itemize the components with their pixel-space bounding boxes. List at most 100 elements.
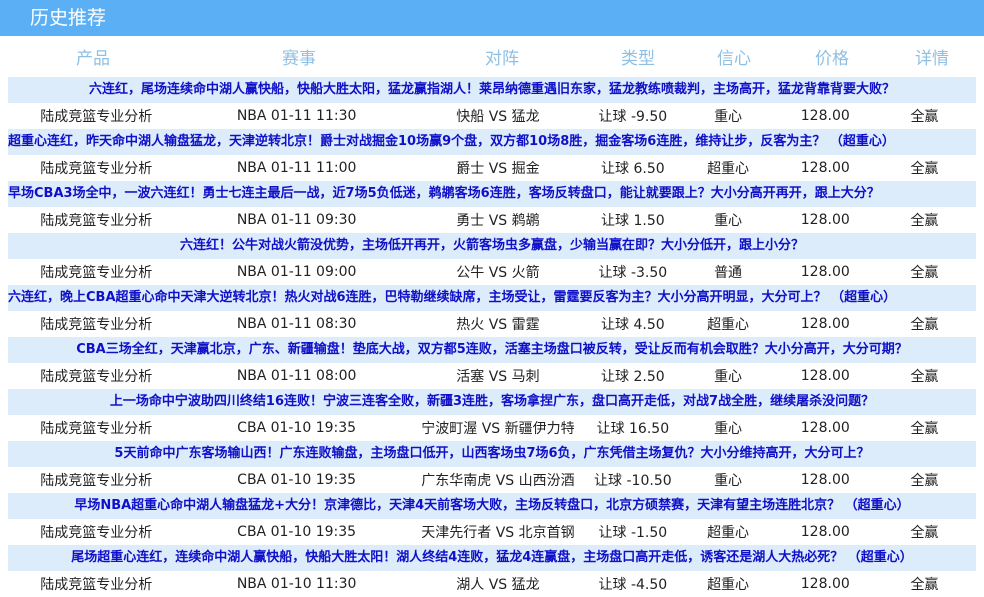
recommendation-item: 超重心连红，昨天命中湖人输盘猛龙，天津逆转北京！爵士对战掘金10场赢9个盘，双方… <box>8 129 976 181</box>
event-cell: NBA 01-11 08:30 <box>236 316 357 332</box>
recommendation-headline-link[interactable]: 超重心连红，昨天命中湖人输盘猛龙，天津逆转北京！爵士对战掘金10场赢9个盘，双方… <box>8 129 976 155</box>
table-row: 陆成竞篮专业分析 NBA 01-11 09:00 公牛 VS 火箭 让球 -3.50 普… <box>8 259 976 285</box>
price-cell: 128.00 <box>800 576 850 592</box>
product-cell: 陆成竞篮专业分析 <box>40 421 153 437</box>
recommendation-headline-link[interactable]: CBA三场全红，天津赢北京，广东、新疆输盘！垫底大战，双方都5连败，活塞主场盘口… <box>8 337 976 363</box>
product-cell: 陆成竞篮专业分析 <box>40 317 153 333</box>
product-cell: 陆成竞篮专业分析 <box>40 525 153 541</box>
price-cell: 128.00 <box>800 108 850 124</box>
detail-cell: 全赢 <box>910 265 939 281</box>
section-title: 历史推荐 <box>0 0 984 36</box>
table-row: 陆成竞篮专业分析 NBA 01-11 09:30 勇士 VS 鹈鹕 让球 1.50 重心… <box>8 207 976 233</box>
price-cell: 128.00 <box>800 212 850 228</box>
event-cell: CBA 01-10 19:35 <box>237 524 357 540</box>
recommendation-headline-link[interactable]: 六连红！公牛对战火箭没优势，主场低开再开，火箭客场虫多赢盘，少输当赢在即？大小分… <box>8 233 976 259</box>
detail-cell: 全赢 <box>910 213 939 229</box>
detail-cell: 全赢 <box>910 109 939 125</box>
recommendation-item: 尾场超重心连红，连续命中湖人赢快船，快船大胜太阳！湖人终结4连败，猛龙4连赢盘，… <box>8 545 976 597</box>
column-header-match: 对阵 <box>485 49 519 69</box>
type-cell: 让球 -1.50 <box>598 525 668 541</box>
detail-cell: 全赢 <box>910 369 939 385</box>
recommendation-headline-link[interactable]: 5天前命中广东客场输山西！广东连败输盘，主场盘口低开，山西客场虫7场6负，广东凭… <box>8 441 976 467</box>
detail-cell: 全赢 <box>910 473 939 489</box>
recommendation-headline-link[interactable]: 六连红，尾场连续命中湖人赢快船，快船大胜太阳，猛龙赢指湖人！莱昂纳德重遇旧东家，… <box>8 77 976 103</box>
table-row: 陆成竞篮专业分析 NBA 01-11 08:00 活塞 VS 马刺 让球 2.50 重心… <box>8 363 976 389</box>
confidence-cell: 重心 <box>714 421 743 437</box>
event-cell: NBA 01-11 08:00 <box>236 368 357 384</box>
table-row: 陆成竞篮专业分析 NBA 01-11 11:00 爵士 VS 掘金 让球 6.50 超重… <box>8 155 976 181</box>
event-cell: CBA 01-10 19:35 <box>237 472 357 488</box>
price-cell: 128.00 <box>800 420 850 436</box>
type-cell: 让球 -10.50 <box>594 473 672 489</box>
column-header-product: 产品 <box>76 49 110 69</box>
recommendation-item: 上一场命中宁波助四川终结16连败！宁波三连客全败，新疆3连胜，客场拿捏广东，盘口… <box>8 389 976 441</box>
table-row: 陆成竞篮专业分析 NBA 01-10 11:30 湖人 VS 猛龙 让球 -4.50 超… <box>8 571 976 597</box>
match-cell: 活塞 VS 马刺 <box>456 369 540 385</box>
table-row: 陆成竞篮专业分析 CBA 01-10 19:35 宁波町渥 VS 新疆伊力特 让球 1… <box>8 415 976 441</box>
product-cell: 陆成竞篮专业分析 <box>40 265 153 281</box>
match-cell: 湖人 VS 猛龙 <box>456 577 540 593</box>
detail-cell: 全赢 <box>910 525 939 541</box>
recommendation-item: 早场NBA超重心命中湖人输盘猛龙+大分！京津德比，天津4天前客场大败，主场反转盘… <box>8 493 976 545</box>
confidence-cell: 重心 <box>714 473 743 489</box>
detail-cell: 全赢 <box>910 577 939 593</box>
price-cell: 128.00 <box>800 368 850 384</box>
recommendation-headline-link[interactable]: 早场NBA超重心命中湖人输盘猛龙+大分！京津德比，天津4天前客场大败，主场反转盘… <box>8 493 976 519</box>
product-cell: 陆成竞篮专业分析 <box>40 109 153 125</box>
recommendation-headline-link[interactable]: 早场CBA3场全中，一波六连红！勇士七连主最后一战，近7场5负低迷，鹈鹕客场6连… <box>8 181 976 207</box>
event-cell: NBA 01-11 11:00 <box>236 160 357 176</box>
event-cell: CBA 01-10 19:35 <box>237 420 357 436</box>
type-cell: 让球 -3.50 <box>598 265 668 281</box>
recommendation-headline-link[interactable]: 上一场命中宁波助四川终结16连败！宁波三连客全败，新疆3连胜，客场拿捏广东，盘口… <box>8 389 976 415</box>
column-header-type: 类型 <box>621 49 655 69</box>
recommendation-item: 早场CBA3场全中，一波六连红！勇士七连主最后一战，近7场5负低迷，鹈鹕客场6连… <box>8 181 976 233</box>
type-cell: 让球 2.50 <box>601 369 665 385</box>
table-row: 陆成竞篮专业分析 NBA 01-11 11:30 快船 VS 猛龙 让球 -9.50 重… <box>8 103 976 129</box>
recommendation-headline-link[interactable]: 尾场超重心连红，连续命中湖人赢快船，快船大胜太阳！湖人终结4连败，猛龙4连赢盘，… <box>8 545 976 571</box>
column-header-event: 赛事 <box>282 49 316 69</box>
confidence-cell: 重心 <box>714 369 743 385</box>
price-cell: 128.00 <box>800 316 850 332</box>
price-cell: 128.00 <box>800 524 850 540</box>
table-header: 产品 赛事 对阵 类型 信心 价格 详情 <box>0 36 984 77</box>
match-cell: 快船 VS 猛龙 <box>456 109 540 125</box>
recommendation-list: 六连红，尾场连续命中湖人赢快船，快船大胜太阳，猛龙赢指湖人！莱昂纳德重遇旧东家，… <box>8 77 976 597</box>
product-cell: 陆成竞篮专业分析 <box>40 369 153 385</box>
type-cell: 让球 16.50 <box>596 421 670 437</box>
match-cell: 爵士 VS 掘金 <box>456 161 540 177</box>
recommendation-headline-link[interactable]: 六连红，晚上CBA超重心命中天津大逆转北京！热火对战6连胜，巴特勒继续缺席，主场… <box>8 285 976 311</box>
table-row: 陆成竞篮专业分析 CBA 01-10 19:35 天津先行者 VS 北京首钢 让球 -… <box>8 519 976 545</box>
column-header-detail: 详情 <box>915 49 949 69</box>
match-cell: 宁波町渥 VS 新疆伊力特 <box>421 421 575 437</box>
match-cell: 热火 VS 雷霆 <box>456 317 540 333</box>
type-cell: 让球 -9.50 <box>598 109 668 125</box>
type-cell: 让球 4.50 <box>601 317 665 333</box>
event-cell: NBA 01-11 09:00 <box>236 264 357 280</box>
confidence-cell: 超重心 <box>707 161 750 177</box>
type-cell: 让球 -4.50 <box>598 577 668 593</box>
recommendation-item: 六连红！公牛对战火箭没优势，主场低开再开，火箭客场虫多赢盘，少输当赢在即？大小分… <box>8 233 976 285</box>
recommendation-item: CBA三场全红，天津赢北京，广东、新疆输盘！垫底大战，双方都5连败，活塞主场盘口… <box>8 337 976 389</box>
confidence-cell: 重心 <box>714 213 743 229</box>
product-cell: 陆成竞篮专业分析 <box>40 473 153 489</box>
price-cell: 128.00 <box>800 160 850 176</box>
event-cell: NBA 01-11 09:30 <box>236 212 357 228</box>
match-cell: 天津先行者 VS 北京首钢 <box>421 525 575 541</box>
column-header-confidence: 信心 <box>717 49 751 69</box>
type-cell: 让球 6.50 <box>601 161 665 177</box>
confidence-cell: 超重心 <box>707 317 750 333</box>
recommendation-item: 5天前命中广东客场输山西！广东连败输盘，主场盘口低开，山西客场虫7场6负，广东凭… <box>8 441 976 493</box>
history-recommendations: 历史推荐 产品 赛事 对阵 类型 信心 价格 详情 六连红，尾场连续命中湖人赢快… <box>0 0 984 597</box>
match-cell: 广东华南虎 VS 山西汾酒 <box>421 473 575 489</box>
product-cell: 陆成竞篮专业分析 <box>40 161 153 177</box>
event-cell: NBA 01-11 11:30 <box>236 108 357 124</box>
price-cell: 128.00 <box>800 264 850 280</box>
recommendation-item: 六连红，晚上CBA超重心命中天津大逆转北京！热火对战6连胜，巴特勒继续缺席，主场… <box>8 285 976 337</box>
confidence-cell: 普通 <box>714 265 743 281</box>
detail-cell: 全赢 <box>910 161 939 177</box>
detail-cell: 全赢 <box>910 317 939 333</box>
table-row: 陆成竞篮专业分析 CBA 01-10 19:35 广东华南虎 VS 山西汾酒 让球 -… <box>8 467 976 493</box>
price-cell: 128.00 <box>800 472 850 488</box>
confidence-cell: 重心 <box>714 109 743 125</box>
event-cell: NBA 01-10 11:30 <box>236 576 357 592</box>
